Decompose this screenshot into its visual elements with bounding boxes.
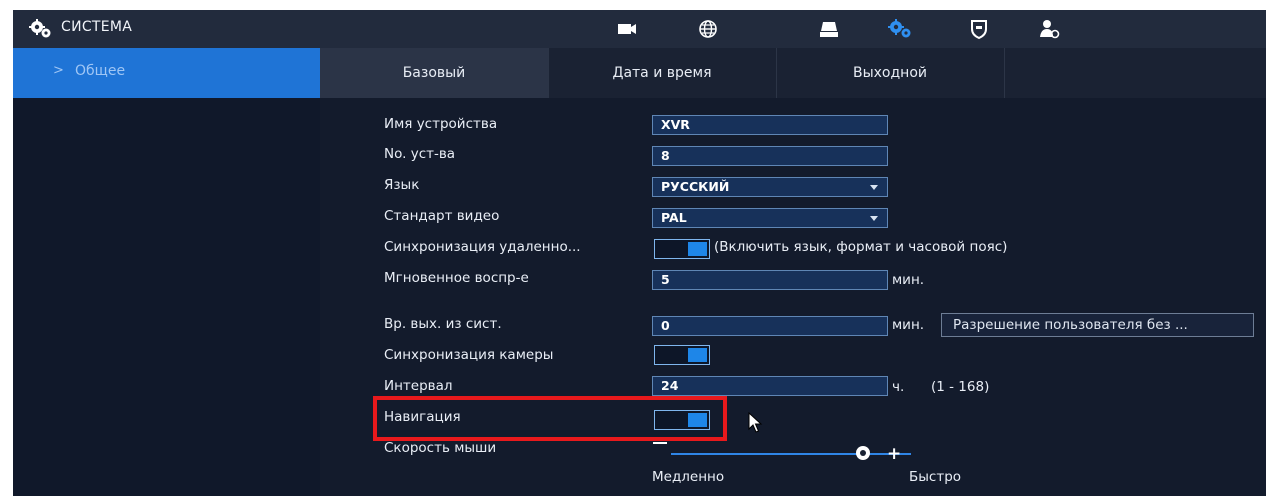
page-title: СИСТЕМА	[61, 19, 133, 35]
tab-divider	[1004, 48, 1005, 98]
remote-sync-toggle[interactable]	[654, 239, 710, 259]
instant-playback-unit: мин.	[892, 272, 925, 288]
tab-basic[interactable]: Базовый	[320, 48, 548, 98]
tab-date-time[interactable]: Дата и время	[548, 48, 776, 98]
chevron-right-icon: >	[53, 63, 64, 78]
security-icon[interactable]	[968, 18, 990, 40]
fast-label: Быстро	[909, 469, 962, 485]
interval-range: (1 - 168)	[931, 379, 990, 395]
tab-divider	[776, 48, 777, 98]
interval-unit: ч.	[892, 379, 905, 395]
interval-field[interactable]: 24	[652, 376, 888, 396]
tab-output[interactable]: Выходной	[776, 48, 1004, 98]
device-no-field[interactable]: 8	[652, 146, 888, 166]
device-name-field[interactable]: XVR	[652, 115, 888, 135]
language-label: Язык	[384, 177, 420, 193]
device-name-label: Имя устройства	[384, 116, 498, 132]
camera-sync-toggle[interactable]	[654, 345, 710, 365]
mouse-cursor-icon	[748, 412, 763, 433]
language-select[interactable]: РУССКИЙ	[652, 177, 888, 197]
slow-label: Медленно	[652, 469, 725, 485]
highlight-box	[373, 396, 727, 441]
remote-sync-label: Синхронизация удаленно...	[384, 239, 581, 255]
video-standard-select[interactable]: PAL	[652, 208, 888, 228]
logout-time-label: Вр. вых. из сист.	[384, 316, 502, 332]
interval-label: Интервал	[384, 378, 453, 394]
instant-playback-field[interactable]: 5	[652, 270, 888, 290]
toggle-knob	[688, 242, 707, 256]
slider-handle[interactable]	[856, 446, 870, 460]
camera-icon[interactable]	[616, 18, 638, 40]
camera-sync-label: Синхронизация камеры	[384, 347, 554, 363]
logout-time-field[interactable]: 0	[652, 316, 888, 336]
sidebar-item-general[interactable]: > Общее	[13, 48, 320, 98]
user-permission-button[interactable]: Разрешение пользователя без ...	[941, 313, 1254, 337]
slider-minus-icon	[653, 442, 667, 444]
slider-plus-icon: +	[887, 444, 902, 464]
tab-divider	[548, 48, 549, 98]
account-icon[interactable]	[1038, 18, 1060, 40]
instant-playback-label: Мгновенное воспр-е	[384, 270, 529, 286]
network-icon[interactable]	[697, 18, 719, 40]
sidebar	[13, 98, 320, 496]
device-no-label: No. уст-ва	[384, 146, 456, 162]
top-bar: СИСТЕМА	[13, 10, 1266, 48]
gear-icon	[29, 19, 51, 38]
mouse-speed-slider[interactable]	[671, 453, 911, 455]
storage-icon[interactable]	[818, 18, 840, 40]
video-standard-label: Стандарт видео	[384, 208, 500, 224]
mouse-speed-label: Скорость мыши	[384, 440, 497, 456]
sidebar-item-label: Общее	[75, 63, 126, 79]
toggle-knob	[688, 348, 707, 362]
system-icon[interactable]	[887, 18, 913, 40]
logout-time-unit: мин.	[892, 317, 925, 333]
system-settings-window: СИСТЕМА > Общее Базовый Дата и время Вых…	[13, 10, 1266, 496]
remote-sync-note: (Включить язык, формат и часовой пояс)	[714, 239, 1008, 255]
